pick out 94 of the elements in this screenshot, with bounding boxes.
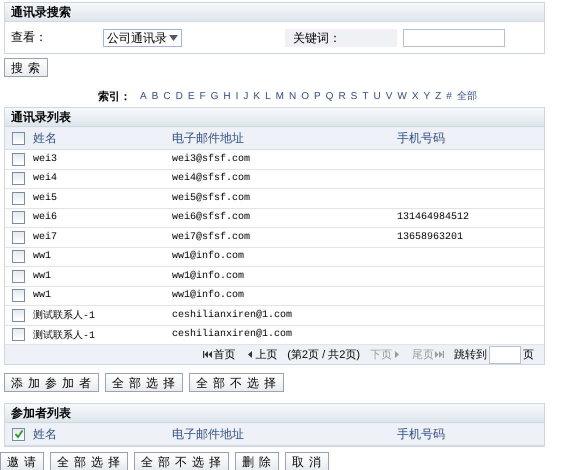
name-cell-text: wei7 bbox=[33, 232, 58, 243]
panel-title: 通讯录搜索 bbox=[5, 3, 544, 22]
panel-title: 参加者列表 bbox=[5, 404, 544, 423]
index-link[interactable]: S bbox=[350, 90, 358, 102]
index-link[interactable]: Y bbox=[423, 90, 430, 102]
name-cell-text: wei5 bbox=[33, 192, 58, 204]
index-link[interactable]: V bbox=[386, 90, 392, 102]
email-cell-text: wei4@sfsf.com bbox=[172, 173, 252, 184]
page-status: (第2页 / 共2页) bbox=[287, 348, 360, 362]
index-link[interactable]: N bbox=[288, 90, 296, 102]
index-link[interactable]: Z bbox=[435, 90, 442, 102]
email-cell-text: wei7@sfsf.com bbox=[172, 232, 252, 243]
checkbox[interactable] bbox=[12, 132, 25, 144]
name-cell-text: ww1 bbox=[33, 251, 52, 262]
action-button[interactable]: 删除 bbox=[235, 452, 279, 470]
index-label: 索引： bbox=[98, 90, 131, 104]
name-cell-text: wei6 bbox=[33, 212, 58, 224]
index-link[interactable]: 全部 bbox=[456, 89, 477, 103]
email-cell-text: ceshilianxiren@1.com bbox=[172, 310, 294, 321]
column-header: 手机号码 bbox=[397, 426, 446, 442]
action-button[interactable]: 全部选择 bbox=[50, 452, 128, 470]
column-header: 姓名 bbox=[33, 426, 58, 442]
phone-cell-text: 13658963201 bbox=[397, 232, 464, 243]
action-button[interactable]: 邀请 bbox=[0, 452, 44, 470]
column-header: 电子邮件地址 bbox=[172, 130, 245, 146]
index-link[interactable]: O bbox=[301, 90, 309, 102]
checkbox[interactable] bbox=[12, 152, 25, 166]
email-cell-text: wei6@sfsf.com bbox=[172, 212, 252, 224]
email-cell-text: ww1@info.com bbox=[172, 251, 246, 262]
column-header: 手机号码 bbox=[397, 130, 446, 146]
index-link[interactable]: T bbox=[362, 90, 368, 102]
keyword-field[interactable] bbox=[403, 28, 505, 46]
index-link[interactable]: # bbox=[446, 90, 452, 102]
first-page-icon bbox=[203, 351, 212, 358]
index-link[interactable]: P bbox=[314, 90, 321, 102]
email-cell-text: wei5@sfsf.com bbox=[172, 192, 252, 204]
index-link[interactable]: F bbox=[199, 90, 206, 102]
checkbox[interactable] bbox=[12, 211, 25, 224]
panel-title: 通讯录列表 bbox=[5, 108, 544, 127]
index-link[interactable]: H bbox=[223, 90, 231, 102]
index-link[interactable]: D bbox=[176, 90, 183, 102]
action-button[interactable]: 全部不选择 bbox=[134, 452, 229, 470]
index-link[interactable]: X bbox=[412, 90, 418, 102]
dropdown-icon bbox=[169, 34, 178, 40]
checkbox[interactable] bbox=[12, 250, 25, 264]
name-cell-text: 测试联系人-1 bbox=[33, 308, 96, 322]
name-cell-text: ww1 bbox=[33, 270, 52, 282]
action-button[interactable]: 全部不选择 bbox=[189, 373, 284, 392]
phone-cell-text: 131464984512 bbox=[397, 212, 470, 224]
column-header: 姓名 bbox=[33, 130, 58, 146]
index-link[interactable]: M bbox=[276, 90, 284, 102]
action-button[interactable]: 取消 bbox=[285, 452, 329, 470]
search-button[interactable]: 搜索 bbox=[4, 58, 48, 77]
column-header: 电子邮件地址 bbox=[172, 426, 245, 442]
checkbox[interactable] bbox=[12, 230, 25, 244]
index-link[interactable]: R bbox=[338, 90, 346, 102]
checkbox[interactable] bbox=[12, 428, 25, 440]
index-link[interactable]: I bbox=[236, 90, 238, 102]
checkbox[interactable] bbox=[12, 308, 25, 322]
index-link[interactable]: K bbox=[253, 90, 260, 102]
view-select[interactable]: 公司通讯录 bbox=[103, 28, 182, 46]
pager-link[interactable]: 上页 bbox=[245, 347, 278, 362]
email-cell-text: ww1@info.com bbox=[172, 270, 246, 282]
jump-label: 跳转到 bbox=[454, 348, 487, 362]
name-cell-text: wei4 bbox=[33, 173, 58, 184]
checkbox[interactable] bbox=[12, 192, 25, 205]
email-cell-text: ceshilianxiren@1.com bbox=[172, 329, 294, 340]
index-link[interactable]: W bbox=[397, 90, 407, 102]
keyword-label: 关键词： bbox=[285, 28, 397, 46]
index-link[interactable]: U bbox=[373, 90, 381, 102]
action-button[interactable]: 添加参加者 bbox=[4, 373, 99, 392]
checkbox[interactable] bbox=[12, 289, 25, 302]
action-button[interactable]: 全部选择 bbox=[105, 373, 183, 392]
email-cell-text: ww1@info.com bbox=[172, 290, 246, 302]
last-page-icon bbox=[435, 351, 444, 358]
pager-link[interactable]: 首页 bbox=[203, 347, 236, 362]
index-link[interactable]: Q bbox=[326, 90, 334, 102]
checkbox[interactable] bbox=[12, 328, 25, 342]
email-cell-text: wei3@sfsf.com bbox=[172, 154, 252, 165]
index-link[interactable]: C bbox=[163, 90, 171, 102]
name-cell-text: 测试联系人-1 bbox=[33, 328, 96, 342]
page-field[interactable] bbox=[489, 346, 521, 364]
name-cell-text: wei3 bbox=[33, 154, 58, 165]
index-link[interactable]: L bbox=[265, 90, 271, 102]
index-link[interactable]: J bbox=[243, 90, 248, 102]
page-suffix: 页 bbox=[523, 348, 534, 362]
checkbox[interactable] bbox=[12, 270, 25, 283]
name-cell-text: ww1 bbox=[33, 290, 52, 302]
index-link[interactable]: A bbox=[140, 90, 147, 102]
index-link[interactable]: B bbox=[152, 90, 158, 102]
index-link[interactable]: G bbox=[210, 90, 218, 102]
index-link[interactable]: E bbox=[188, 90, 194, 102]
checkbox[interactable] bbox=[12, 172, 25, 186]
view-label: 查看： bbox=[11, 29, 48, 46]
